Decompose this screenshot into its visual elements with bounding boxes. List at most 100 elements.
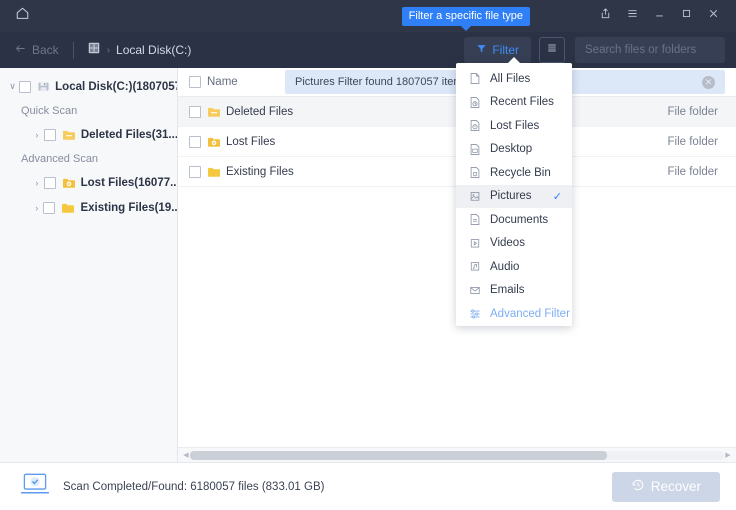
menu-item-recent-files[interactable]: Recent Files	[456, 91, 572, 115]
folder-icon	[207, 166, 221, 178]
filter-dropdown-menu: All Files Recent Files Lost Files Deskto…	[456, 57, 572, 326]
history-clock-icon	[631, 478, 645, 495]
back-label: Back	[32, 43, 59, 57]
chevron-right-icon[interactable]: ›	[30, 178, 44, 188]
minimize-button[interactable]	[646, 0, 673, 32]
recent-file-icon	[467, 96, 482, 109]
sidebar-item-label: Existing Files(19...	[80, 201, 177, 214]
horizontal-scrollbar[interactable]: ◀ ▶	[178, 447, 736, 462]
menu-item-desktop[interactable]: Desktop	[456, 138, 572, 162]
chevron-right-icon[interactable]: ›	[30, 203, 43, 213]
menu-item-videos[interactable]: Videos	[456, 232, 572, 256]
menu-item-lost-files[interactable]: Lost Files	[456, 114, 572, 138]
menu-item-all-files[interactable]: All Files	[456, 67, 572, 91]
column-header-name[interactable]: Name	[207, 76, 238, 88]
file-icon	[467, 72, 482, 85]
disk-icon	[37, 80, 50, 93]
window-controls	[592, 0, 736, 32]
lost-folder-icon	[62, 177, 76, 189]
filter-button[interactable]: Filter	[464, 37, 531, 63]
share-icon	[599, 7, 612, 25]
menu-item-label: Recent Files	[490, 96, 554, 109]
menu-item-label: Advanced Filter	[490, 307, 570, 320]
funnel-icon	[476, 43, 487, 57]
drive-icon[interactable]	[87, 41, 101, 60]
menu-item-label: Lost Files	[490, 119, 540, 132]
deleted-folder-icon	[62, 129, 76, 141]
filter-tooltip: Filter a specific file type	[401, 6, 530, 31]
sidebar-checkbox[interactable]	[43, 201, 56, 214]
menu-item-label: Emails	[490, 284, 525, 297]
menu-item-label: Videos	[490, 237, 525, 250]
chevron-down-icon[interactable]: ∨	[6, 81, 19, 92]
arrow-left-icon	[14, 43, 27, 57]
menu-item-recycle-bin[interactable]: Recycle Bin	[456, 161, 572, 185]
menu-button[interactable]	[619, 0, 646, 32]
video-file-icon	[467, 237, 482, 250]
search-input[interactable]	[585, 44, 736, 56]
status-bar: Scan Completed/Found: 6180057 files (833…	[0, 462, 736, 510]
select-all-checkbox[interactable]	[189, 76, 201, 88]
menu-item-emails[interactable]: Emails	[456, 279, 572, 303]
close-circle-icon[interactable]: ✕	[702, 75, 715, 89]
view-mode-button[interactable]	[539, 37, 565, 63]
sidebar-item-existing-files[interactable]: › Existing Files(19...	[0, 195, 177, 220]
chevron-right-icon[interactable]: ›	[30, 130, 44, 140]
app-window: Filter a specific file type Back › Local…	[0, 0, 736, 510]
row-name: Lost Files	[226, 135, 276, 148]
picture-file-icon	[467, 190, 482, 203]
home-icon	[15, 6, 30, 26]
maximize-button[interactable]	[673, 0, 700, 32]
sidebar-item-deleted-files[interactable]: › Deleted Files(31...	[0, 122, 177, 147]
menu-item-advanced-filter[interactable]: Advanced Filter	[456, 302, 572, 326]
share-button[interactable]	[592, 0, 619, 32]
status-text: Scan Completed/Found: 6180057 files (833…	[63, 480, 325, 493]
sidebar-checkbox[interactable]	[43, 176, 56, 189]
back-button[interactable]: Back	[0, 43, 59, 57]
toolbar: Back › Local Disk(C:) Filter	[0, 32, 736, 68]
toolbar-divider	[72, 41, 74, 59]
title-bar: Filter a specific file type	[0, 0, 736, 32]
row-checkbox[interactable]	[189, 165, 201, 178]
home-button[interactable]	[0, 0, 44, 32]
menu-item-documents[interactable]: Documents	[456, 208, 572, 232]
menu-item-audio[interactable]: Audio	[456, 255, 572, 279]
menu-item-label: Documents	[490, 213, 549, 226]
scroll-right-arrow-icon[interactable]: ▶	[724, 451, 732, 459]
lost-folder-icon	[207, 136, 221, 148]
row-type: File folder	[667, 165, 719, 178]
sidebar-checkbox[interactable]	[43, 128, 56, 141]
search-box[interactable]	[575, 37, 736, 63]
sidebar-section-advanced-scan: Advanced Scan	[21, 152, 99, 165]
breadcrumb-separator: ›	[106, 44, 111, 56]
scrollbar-thumb[interactable]	[190, 450, 607, 460]
menu-item-pictures[interactable]: Pictures ✓	[456, 184, 572, 208]
sidebar-item-label: Deleted Files(31...	[80, 128, 177, 141]
deleted-folder-icon	[207, 106, 221, 118]
sidebar-item-local-disk[interactable]: ∨ Local Disk(C:)(1807057)	[0, 74, 177, 99]
recover-button[interactable]: Recover	[611, 471, 720, 502]
sidebar-tree: ∨ Local Disk(C:)(1807057) Quick Scan › D…	[0, 68, 178, 462]
menu-item-label: Audio	[490, 260, 520, 273]
row-checkbox[interactable]	[189, 105, 201, 118]
filter-label: Filter	[492, 43, 519, 57]
row-checkbox[interactable]	[189, 135, 201, 148]
list-view-icon	[546, 41, 558, 59]
scan-complete-icon	[20, 472, 50, 501]
body-area: ∨ Local Disk(C:)(1807057) Quick Scan › D…	[0, 68, 736, 462]
email-icon	[467, 284, 482, 297]
breadcrumb-path[interactable]: Local Disk(C:)	[116, 43, 191, 57]
menu-item-label: Desktop	[490, 143, 533, 156]
scroll-left-arrow-icon[interactable]: ◀	[182, 451, 190, 459]
audio-file-icon	[467, 260, 482, 273]
sidebar-item-lost-files[interactable]: › Lost Files(16077...	[0, 170, 177, 195]
sidebar-checkbox[interactable]	[19, 80, 32, 93]
menu-item-label: All Files	[490, 72, 531, 85]
close-button[interactable]	[700, 0, 727, 32]
close-icon	[707, 7, 720, 25]
hamburger-menu-icon	[626, 7, 639, 25]
scrollbar-track[interactable]	[190, 450, 724, 460]
maximize-icon	[680, 7, 693, 25]
row-name: Deleted Files	[226, 105, 294, 118]
sidebar-section-quick-scan: Quick Scan	[21, 104, 78, 117]
